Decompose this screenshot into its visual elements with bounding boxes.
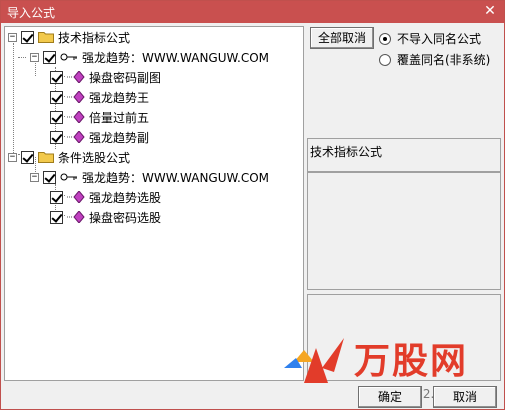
tree-item[interactable]: 强龙趋势王 [50,88,149,106]
tree-checkbox[interactable] [50,190,63,204]
formula-type-label: 技术指标公式 [310,145,383,159]
tree-label: 技术指标公式 [58,30,131,45]
key-icon [60,173,77,181]
folder-icon [38,32,54,43]
radio-overwrite[interactable]: 覆盖同名(非系统) [379,51,490,68]
radio-no-import-dot[interactable] [379,32,391,45]
title-bar[interactable]: 导入公式 ✕ [1,1,504,23]
collapse-icon[interactable]: − [30,52,39,62]
tree-checkbox[interactable] [50,130,63,144]
tree-label: 强龙趋势王 [89,90,150,105]
tree-label: 操盘密码选股 [89,210,162,225]
close-icon[interactable]: ✕ [482,3,498,19]
radio-overwrite-label: 覆盖同名(非系统) [397,53,491,67]
tree-checkbox[interactable] [50,70,63,84]
formula-tree[interactable]: − 技术指标公式 − 强龙趋势：WWW.WANGUW.COM 操盘密码副图 强龙趋势王倍量… [4,26,304,381]
collapse-icon[interactable]: − [30,172,39,182]
key-icon [60,53,77,61]
radio-overwrite-dot[interactable] [379,53,391,66]
cancel-button[interactable]: 取消 [433,386,497,408]
formula-type-box: 技术指标公式 [307,138,501,172]
tree-item[interactable]: 操盘密码副图 [50,68,161,86]
radio-no-import[interactable]: 不导入同名公式 [379,30,481,47]
formula-icon [67,71,85,83]
collapse-icon[interactable]: − [8,32,17,42]
tree-label: 强龙趋势选股 [89,190,162,205]
dialog-title: 导入公式 [7,6,56,20]
tree-checkbox[interactable] [50,110,63,124]
formula-icon [67,191,85,203]
folder-icon [38,152,54,163]
options-panel: 全部取消 不导入同名公式 覆盖同名(非系统) 技术指标公式 [307,26,502,381]
radio-no-import-label: 不导入同名公式 [397,32,482,46]
formula-icon [67,91,85,103]
tree-label: 强龙趋势副 [89,130,150,145]
tree-label: 操盘密码副图 [89,70,162,85]
tree-item[interactable]: 倍量过前五 [50,108,149,126]
tree-folder[interactable]: − 条件选股公式 [8,148,130,166]
tree-folder[interactable]: − 技术指标公式 [8,28,130,46]
tree-checkbox[interactable] [50,210,63,224]
tree-label: 条件选股公式 [58,150,131,165]
tree-label: 强龙趋势：WWW.WANGUW.COM [82,170,269,185]
import-formula-dialog: 导入公式 ✕ 万股网 万股网 万股网 万股网 万股网 −技术指标公式−强龙趋势：… [0,0,505,410]
tree-checkbox[interactable] [50,90,63,104]
tree-checkbox[interactable] [43,170,56,184]
tree-item[interactable]: 强龙趋势选股 [50,188,161,206]
collapse-icon[interactable]: − [8,152,17,162]
formula-info-box [307,172,501,290]
formula-preview-box [307,294,501,381]
tree-item[interactable]: 操盘密码选股 [50,208,161,226]
tree-checkbox[interactable] [43,50,56,64]
tree-label: 倍量过前五 [89,110,150,125]
cancel-all-button[interactable]: 全部取消 [310,27,374,49]
ok-button[interactable]: 确定 [358,386,422,408]
formula-icon [67,211,85,223]
tree-group[interactable]: − 强龙趋势：WWW.WANGUW.COM [30,48,269,66]
tree-item[interactable]: 强龙趋势副 [50,128,149,146]
tree-checkbox[interactable] [21,150,34,164]
tree-label: 强龙趋势：WWW.WANGUW.COM [82,50,269,65]
tree-group[interactable]: − 强龙趋势：WWW.WANGUW.COM [30,168,269,186]
tree-checkbox[interactable] [21,30,34,44]
formula-icon [67,131,85,143]
formula-icon [67,111,85,123]
